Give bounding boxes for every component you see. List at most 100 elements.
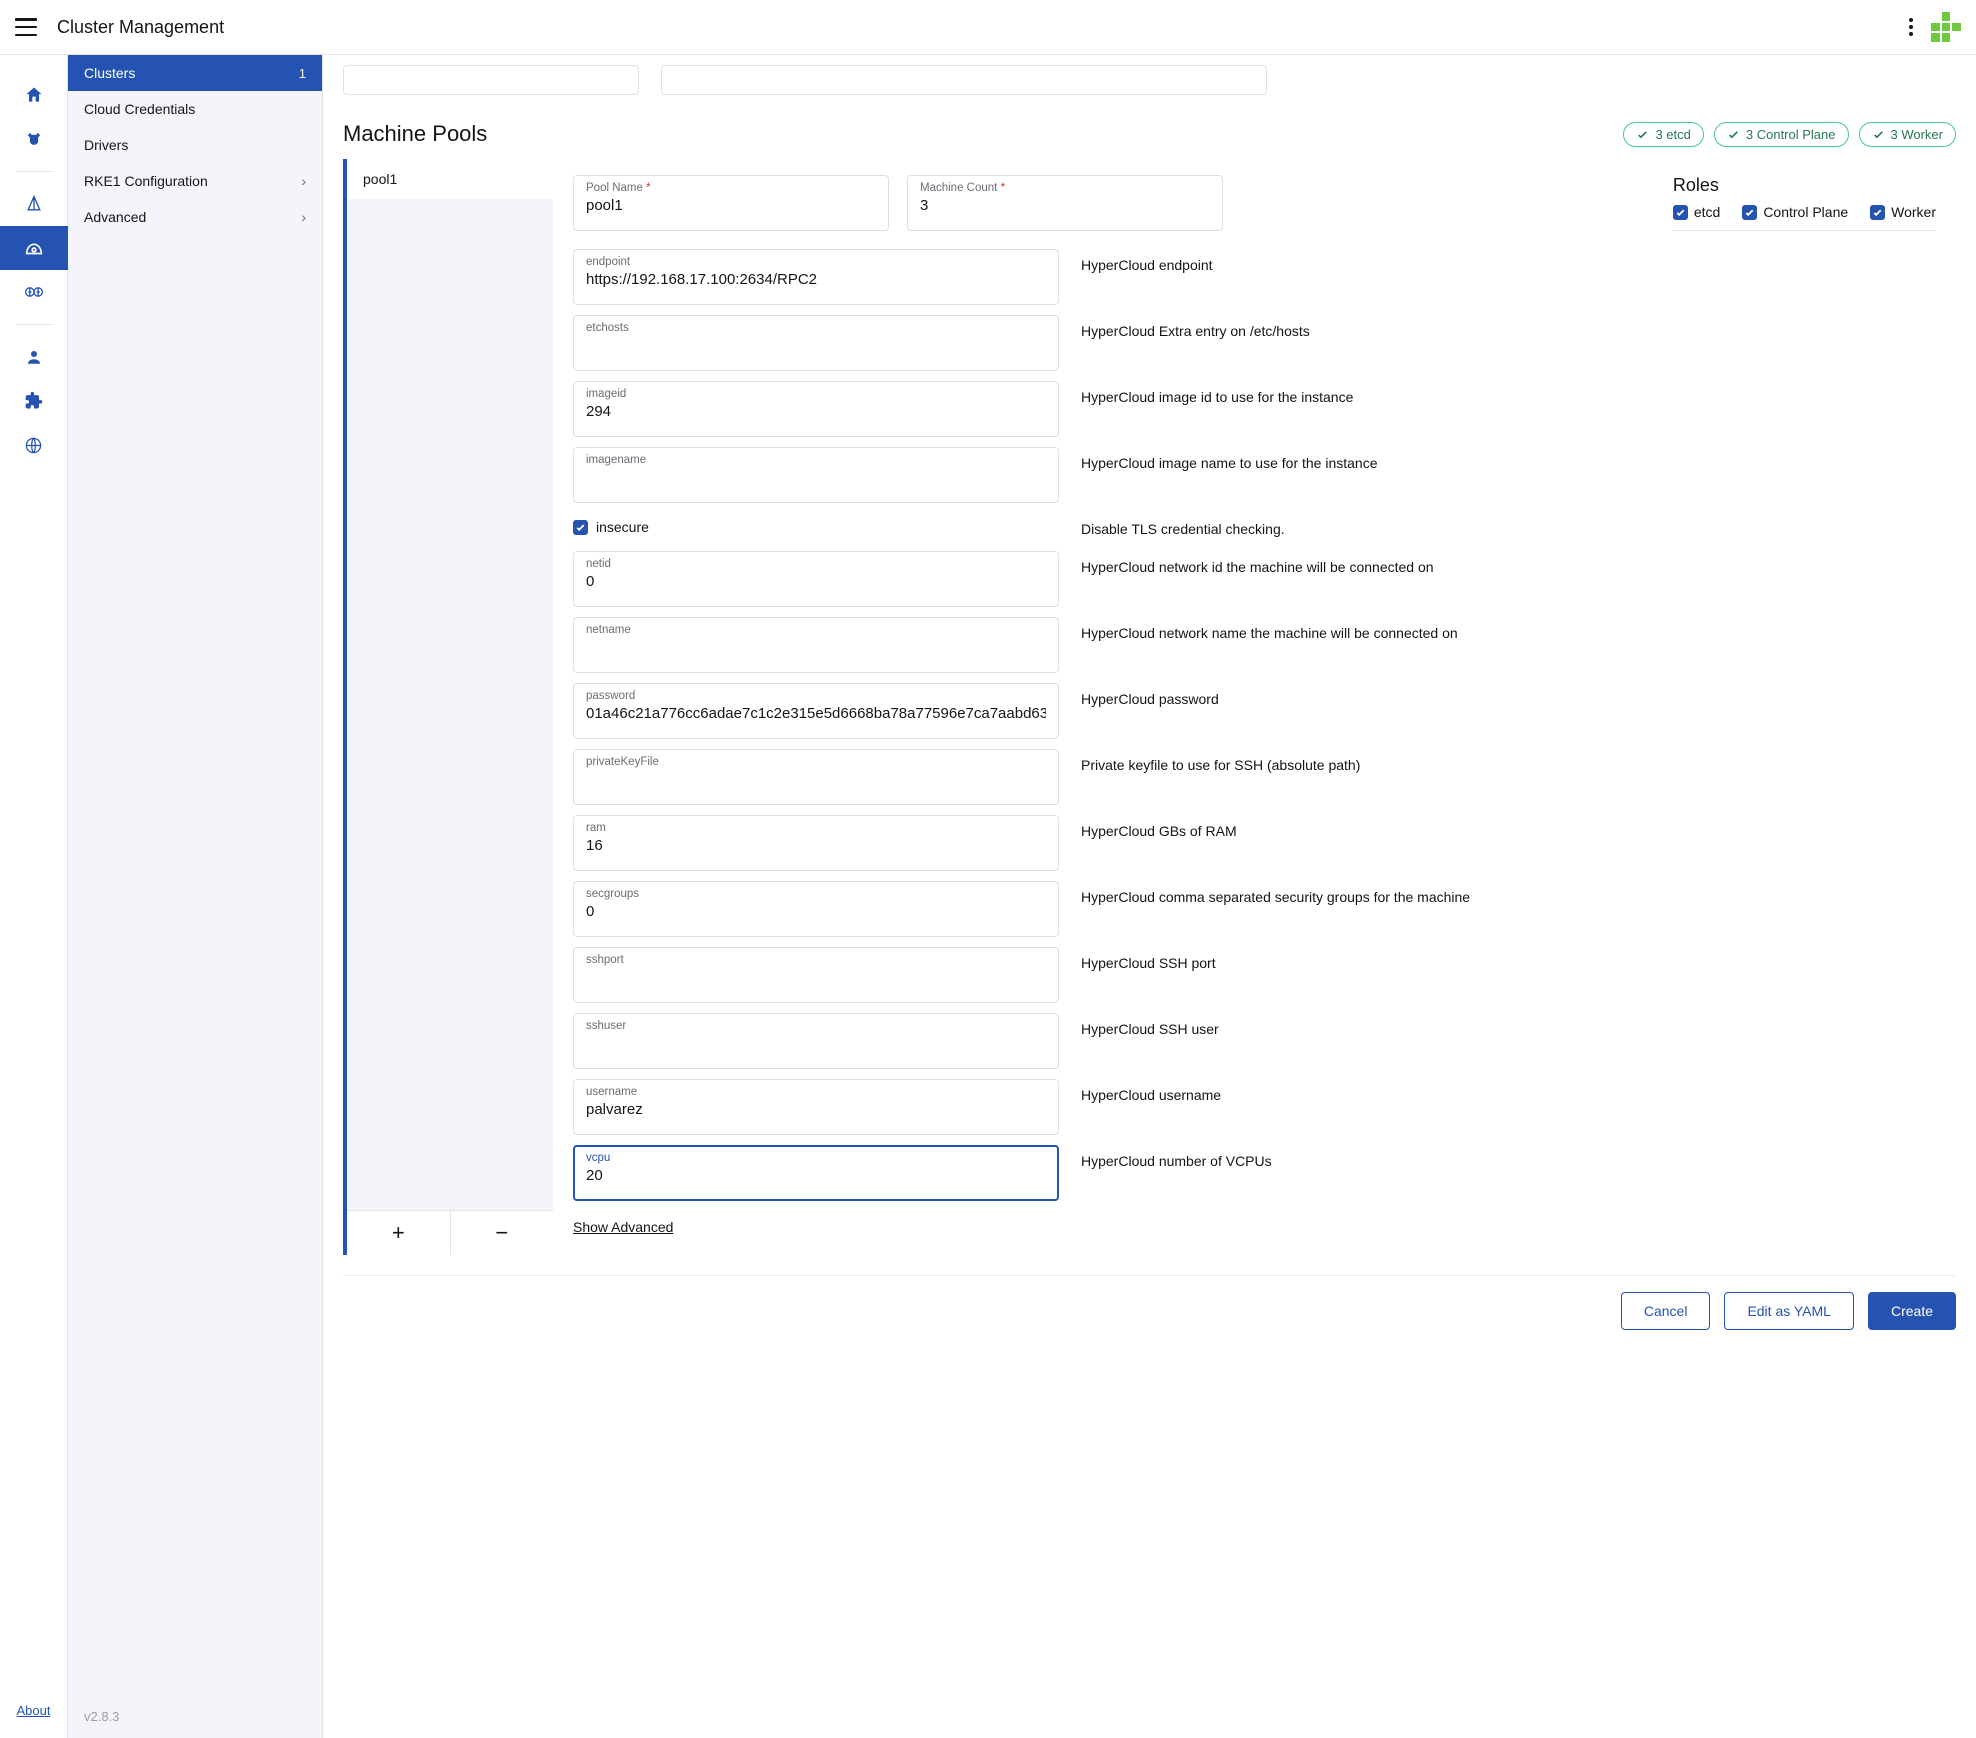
- pool-container: pool1 + − Pool Name * Machine C: [343, 159, 1956, 1255]
- sshport-field[interactable]: sshport: [573, 947, 1059, 1003]
- cluster-icon[interactable]: [0, 226, 68, 270]
- pill-control-plane: 3 Control Plane: [1714, 122, 1849, 147]
- footer-actions: Cancel Edit as YAML Create: [343, 1275, 1956, 1336]
- edit-yaml-button[interactable]: Edit as YAML: [1724, 1292, 1854, 1330]
- roles-title: Roles: [1673, 175, 1936, 196]
- imagename-desc: HyperCloud image name to use for the ins…: [1081, 447, 1936, 471]
- sshuser-field[interactable]: sshuser: [573, 1013, 1059, 1069]
- sidebar-item-label: Clusters: [84, 65, 135, 81]
- ram-field[interactable]: ram: [573, 815, 1059, 871]
- netid-field[interactable]: netid: [573, 551, 1059, 607]
- pool-tab[interactable]: pool1: [347, 159, 553, 199]
- insecure-label: insecure: [596, 519, 649, 535]
- pill-worker: 3 Worker: [1859, 122, 1957, 147]
- status-pills: 3 etcd 3 Control Plane 3 Worker: [1623, 122, 1956, 147]
- username-field[interactable]: username: [573, 1079, 1059, 1135]
- endpoint-input[interactable]: [586, 268, 1046, 288]
- privateKeyFile-input[interactable]: [586, 768, 1046, 788]
- sidebar-item-label: Advanced: [84, 209, 146, 225]
- pool-name-input[interactable]: [586, 194, 876, 214]
- sidebar-item-label: RKE1 Configuration: [84, 173, 208, 189]
- insecure-checkbox[interactable]: [573, 520, 588, 535]
- secgroups-field[interactable]: secgroups: [573, 881, 1059, 937]
- netname-input[interactable]: [586, 636, 1046, 656]
- etchosts-input[interactable]: [586, 334, 1046, 354]
- vcpu-field[interactable]: vcpu: [573, 1145, 1059, 1201]
- sidebar-badge: 1: [299, 66, 306, 81]
- netid-input[interactable]: [586, 570, 1046, 590]
- sshuser-desc: HyperCloud SSH user: [1081, 1013, 1936, 1037]
- extension-icon[interactable]: [0, 379, 68, 423]
- sidebar-item-clusters[interactable]: Clusters 1: [68, 55, 322, 91]
- sidebar-item-advanced[interactable]: Advanced ›: [68, 199, 322, 235]
- etchosts-desc: HyperCloud Extra entry on /etc/hosts: [1081, 315, 1936, 339]
- tracks-icon[interactable]: [0, 270, 68, 314]
- insecure-desc: Disable TLS credential checking.: [1081, 513, 1936, 537]
- sshport-input[interactable]: [586, 966, 1046, 986]
- main-content: Machine Pools 3 etcd 3 Control Plane 3 W…: [323, 55, 1976, 1738]
- secgroups-input[interactable]: [586, 900, 1046, 920]
- password-input[interactable]: [586, 702, 1046, 722]
- show-advanced-link[interactable]: Show Advanced: [573, 1219, 673, 1235]
- vcpu-input[interactable]: [586, 1164, 1046, 1184]
- role-worker-checkbox[interactable]: Worker: [1870, 204, 1936, 220]
- home-icon[interactable]: [0, 73, 68, 117]
- check-icon: [1636, 128, 1649, 141]
- imagename-input[interactable]: [586, 466, 1046, 486]
- sidebar-item-cloud-credentials[interactable]: Cloud Credentials: [68, 91, 322, 127]
- menu-hamburger-icon[interactable]: [15, 18, 37, 36]
- nav-sidebar: Clusters 1 Cloud Credentials Drivers RKE…: [68, 55, 323, 1738]
- chevron-right-icon: ›: [301, 173, 306, 189]
- netid-desc: HyperCloud network id the machine will b…: [1081, 551, 1936, 575]
- privateKeyFile-desc: Private keyfile to use for SSH (absolute…: [1081, 749, 1936, 773]
- sshuser-input[interactable]: [586, 1032, 1046, 1052]
- sidebar-item-label: Drivers: [84, 137, 128, 153]
- pool-name-field[interactable]: Pool Name *: [573, 175, 889, 231]
- endpoint-field[interactable]: endpoint: [573, 249, 1059, 305]
- compass-icon[interactable]: [0, 182, 68, 226]
- secgroups-desc: HyperCloud comma separated security grou…: [1081, 881, 1936, 905]
- role-etcd-checkbox[interactable]: etcd: [1673, 204, 1720, 220]
- role-control-plane-checkbox[interactable]: Control Plane: [1742, 204, 1848, 220]
- machine-count-field[interactable]: Machine Count *: [907, 175, 1223, 231]
- sidebar-item-label: Cloud Credentials: [84, 101, 195, 117]
- etchosts-field[interactable]: etchosts: [573, 315, 1059, 371]
- sidebar-item-drivers[interactable]: Drivers: [68, 127, 322, 163]
- vcpu-desc: HyperCloud number of VCPUs: [1081, 1145, 1936, 1169]
- about-link[interactable]: About: [17, 1695, 51, 1726]
- icon-sidebar: About: [0, 55, 68, 1738]
- create-button[interactable]: Create: [1868, 1292, 1956, 1330]
- ram-desc: HyperCloud GBs of RAM: [1081, 815, 1936, 839]
- version-text: v2.8.3: [68, 1695, 322, 1738]
- sidebar-item-rke1-config[interactable]: RKE1 Configuration ›: [68, 163, 322, 199]
- privateKeyFile-field[interactable]: privateKeyFile: [573, 749, 1059, 805]
- machine-count-input[interactable]: [920, 194, 1210, 214]
- brand-logo-icon[interactable]: [1931, 12, 1961, 42]
- imagename-field[interactable]: imagename: [573, 447, 1059, 503]
- check-icon: [1727, 128, 1740, 141]
- imageid-desc: HyperCloud image id to use for the insta…: [1081, 381, 1936, 405]
- password-field[interactable]: password: [573, 683, 1059, 739]
- username-desc: HyperCloud username: [1081, 1079, 1936, 1103]
- collapsed-box: [343, 65, 639, 95]
- kebab-menu-icon[interactable]: [1909, 18, 1913, 36]
- cow-icon[interactable]: [0, 117, 68, 161]
- netname-field[interactable]: netname: [573, 617, 1059, 673]
- username-input[interactable]: [586, 1098, 1046, 1118]
- check-icon: [1872, 128, 1885, 141]
- sshport-desc: HyperCloud SSH port: [1081, 947, 1936, 971]
- chevron-right-icon: ›: [301, 209, 306, 225]
- roles-area: Roles etcd Control Plane: [1673, 175, 1936, 231]
- globe-icon[interactable]: [0, 423, 68, 467]
- imageid-field[interactable]: imageid: [573, 381, 1059, 437]
- remove-pool-button[interactable]: −: [451, 1211, 554, 1255]
- cancel-button[interactable]: Cancel: [1621, 1292, 1711, 1330]
- netname-desc: HyperCloud network name the machine will…: [1081, 617, 1936, 641]
- user-icon[interactable]: [0, 335, 68, 379]
- ram-input[interactable]: [586, 834, 1046, 854]
- imageid-input[interactable]: [586, 400, 1046, 420]
- pill-etcd: 3 etcd: [1623, 122, 1703, 147]
- endpoint-desc: HyperCloud endpoint: [1081, 249, 1936, 273]
- section-title: Machine Pools: [343, 121, 487, 147]
- add-pool-button[interactable]: +: [347, 1211, 451, 1255]
